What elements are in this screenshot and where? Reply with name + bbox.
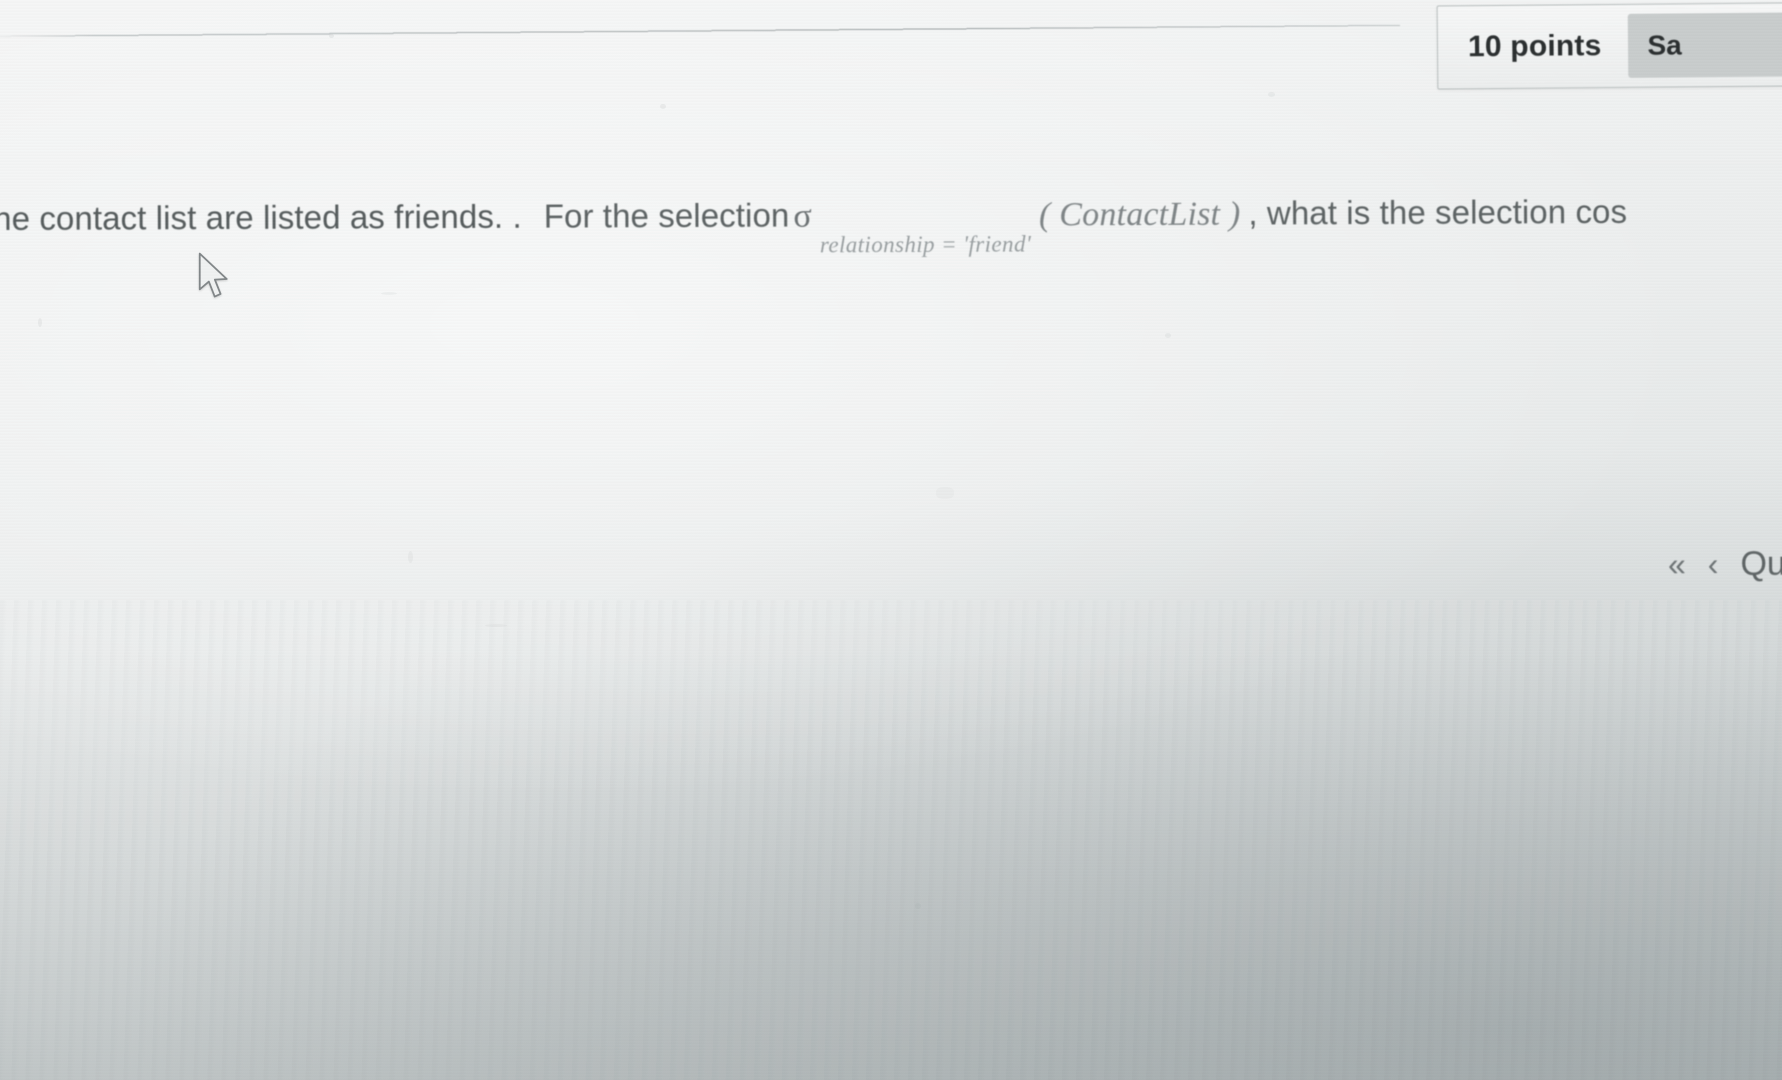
dust-speck: [408, 551, 413, 563]
dust-speck: [1268, 92, 1275, 97]
dust-speck: [915, 903, 921, 909]
question-prompt-text: For the selection: [543, 196, 790, 235]
dust-speck: [38, 318, 42, 327]
mouse-pointer-icon: [198, 252, 228, 298]
question-text: the contact list are listed as friends. …: [0, 192, 1782, 290]
selection-predicate: relationship = 'friend': [819, 231, 1032, 258]
double-chevron-left-icon[interactable]: «: [1668, 546, 1686, 583]
question-header-chip: 10 points Sa: [1436, 2, 1782, 90]
question-tail-text: , what is the selection cos: [1248, 192, 1628, 232]
relation-argument: ( ContactList ): [1038, 195, 1241, 234]
dust-speck: [485, 624, 507, 627]
dust-speck: [381, 292, 397, 295]
question-lead-text: the contact list are listed as friends. …: [0, 197, 522, 238]
pager-label: Qu: [1740, 544, 1782, 583]
points-label: 10 points: [1467, 29, 1602, 64]
photographed-screen-surface: [0, 0, 1782, 1080]
save-button[interactable]: Sa: [1626, 12, 1782, 78]
chevron-left-icon[interactable]: ‹: [1708, 546, 1719, 583]
dust-speck: [660, 104, 666, 109]
question-pager[interactable]: « ‹ Qu: [1668, 545, 1782, 585]
smudge: [936, 487, 954, 499]
selection-formula: σ relationship = 'friend' ( ContactList …: [791, 195, 1241, 258]
dust-speck: [329, 34, 334, 38]
dust-speck: [1165, 333, 1171, 338]
sigma-operator: σ: [793, 197, 812, 235]
